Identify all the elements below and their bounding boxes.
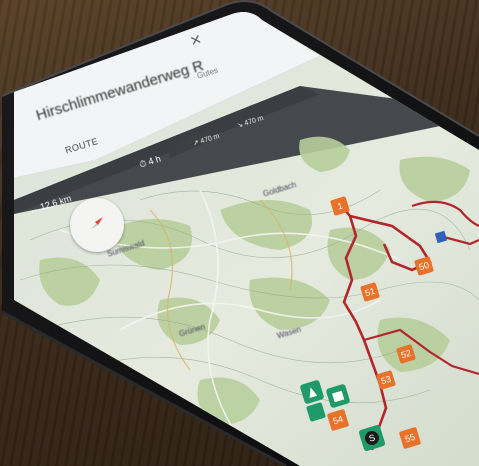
poi-marker[interactable] bbox=[326, 384, 351, 409]
route-markers-layer: 1 50 51 52 53 54 55 S bbox=[300, 196, 434, 451]
trail-marker[interactable]: 1 bbox=[330, 196, 350, 216]
poi-marker[interactable] bbox=[306, 402, 326, 422]
trail-marker[interactable]: 54 bbox=[327, 409, 349, 431]
poi-marker[interactable] bbox=[300, 380, 325, 405]
trail-marker[interactable]: 53 bbox=[376, 370, 396, 390]
trail-marker[interactable]: 51 bbox=[360, 282, 380, 302]
poi-marker[interactable]: S bbox=[358, 424, 385, 451]
trail-marker[interactable]: 52 bbox=[396, 344, 416, 364]
trail-marker[interactable]: 55 bbox=[399, 427, 421, 449]
trail-marker[interactable]: 50 bbox=[414, 256, 434, 276]
